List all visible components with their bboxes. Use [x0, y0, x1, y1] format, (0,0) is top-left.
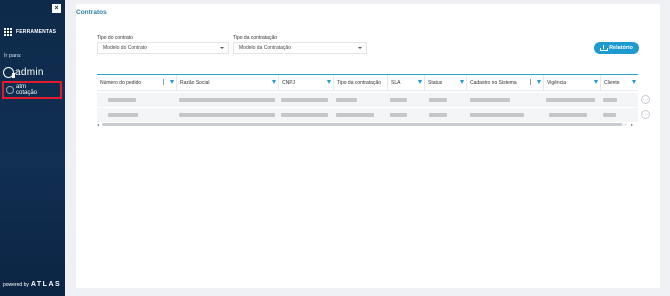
placeholder-cell — [281, 113, 328, 117]
tools-menu[interactable]: FERRAMENTAS — [4, 28, 56, 36]
placeholder-cell — [179, 98, 275, 102]
placeholder-cell — [546, 98, 595, 102]
main-card: Contratos Tipo do contrato Modelo do Con… — [76, 4, 660, 288]
apps-grid-icon — [4, 28, 12, 36]
close-icon: × — [54, 5, 59, 12]
scroll-left-icon[interactable]: ◂ — [97, 122, 99, 127]
column-validity[interactable]: Vigência — [544, 75, 601, 90]
go-to-label: Ir para: — [4, 53, 22, 59]
admin-logo-icon — [3, 67, 15, 78]
placeholder-cell — [281, 98, 328, 102]
sort-icon[interactable] — [530, 79, 533, 85]
filter-hiring-type-value: Modelo da Contratação — [239, 45, 291, 51]
placeholder-cell — [549, 113, 587, 117]
filter-icon[interactable] — [327, 80, 331, 84]
column-sla[interactable]: SLA — [388, 75, 425, 90]
chevron-down-icon — [220, 47, 224, 49]
atlas-logo: ATLAS — [30, 281, 62, 288]
filter-hiring-type-select[interactable]: Modelo da Contratação — [233, 42, 367, 54]
placeholder-cell — [429, 98, 447, 102]
column-order-number[interactable]: Número do pedido — [97, 75, 177, 90]
filter-contract-type-label: Tipo do contrato — [97, 35, 133, 41]
powered-by: powered by ATLAS — [3, 281, 61, 288]
column-company-name[interactable]: Razão Social — [177, 75, 279, 90]
column-system-registration[interactable]: Cadastro no Sistema — [467, 75, 544, 90]
filter-icon[interactable] — [460, 80, 464, 84]
scroll-thumb[interactable] — [102, 123, 622, 126]
powered-by-label: powered by — [3, 281, 29, 288]
filter-contract-type-select[interactable]: Modelo do Contrato — [97, 42, 229, 54]
download-icon — [600, 45, 609, 51]
cotacao-logo-icon — [6, 86, 14, 94]
placeholder-cell — [470, 98, 510, 102]
table-row[interactable] — [97, 108, 638, 122]
placeholder-cell — [108, 98, 136, 102]
app-link-admin[interactable]: admin — [3, 67, 44, 78]
filter-icon[interactable] — [170, 80, 174, 84]
placeholder-cell — [390, 98, 407, 102]
tools-label: FERRAMENTAS — [16, 29, 57, 35]
filter-contract-type-value: Modelo do Contrato — [103, 45, 147, 51]
placeholder-cell — [470, 113, 524, 117]
placeholder-cell — [108, 113, 138, 117]
close-sidebar-button[interactable]: × — [52, 4, 61, 13]
placeholder-cell — [429, 113, 447, 117]
table-header: Número do pedido Razão Social CNPJ Tipo … — [97, 74, 638, 91]
column-cnpj[interactable]: CNPJ — [279, 75, 334, 90]
horizontal-scrollbar[interactable]: ◂ ▸ — [97, 122, 638, 127]
column-client[interactable]: Cliente — [601, 75, 638, 90]
filter-icon[interactable] — [594, 80, 598, 84]
placeholder-cell — [603, 113, 616, 117]
app-link-admin-label: admin — [15, 67, 44, 78]
filter-hiring-type-label: Tipo da contratação — [233, 35, 278, 41]
placeholder-cell — [336, 98, 357, 102]
sidebar: × FERRAMENTAS Ir para: admin atm cotação… — [0, 0, 65, 296]
scroll-right-icon[interactable]: ▸ — [631, 122, 633, 127]
table-row[interactable] — [97, 93, 638, 107]
more-options-icon[interactable]: ··· — [641, 110, 650, 119]
report-button[interactable]: Relatório — [594, 42, 639, 54]
chevron-down-icon — [358, 47, 362, 49]
sort-icon[interactable] — [163, 79, 166, 85]
report-button-label: Relatório — [609, 45, 633, 51]
filter-icon[interactable] — [418, 80, 422, 84]
filter-icon[interactable] — [632, 80, 636, 84]
placeholder-cell — [390, 113, 407, 117]
placeholder-cell — [336, 113, 374, 117]
contracts-table: Número do pedido Razão Social CNPJ Tipo … — [97, 74, 650, 130]
app-link-cotacao-line2: cotação — [16, 90, 38, 96]
page-title: Contratos — [76, 9, 107, 16]
placeholder-cell — [179, 113, 275, 117]
more-options-icon[interactable]: ··· — [641, 95, 650, 104]
column-status[interactable]: Status — [425, 75, 467, 90]
placeholder-cell — [603, 98, 617, 102]
filter-icon[interactable] — [272, 80, 276, 84]
app-link-cotacao[interactable]: atm cotação — [2, 81, 62, 99]
column-hiring-type[interactable]: Tipo da contratação — [334, 75, 388, 90]
filter-icon[interactable] — [537, 80, 541, 84]
